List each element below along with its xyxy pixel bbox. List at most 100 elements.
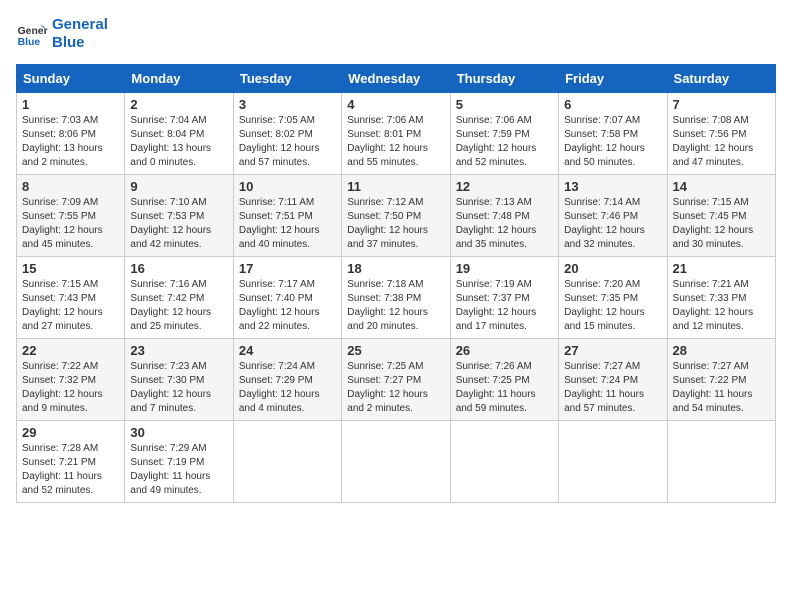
logo-blue: Blue [52,34,108,52]
calendar-cell: 4 Sunrise: 7:06 AM Sunset: 8:01 PM Dayli… [342,93,450,175]
calendar-cell: 3 Sunrise: 7:05 AM Sunset: 8:02 PM Dayli… [233,93,341,175]
calendar-cell: 30 Sunrise: 7:29 AM Sunset: 7:19 PM Dayl… [125,421,233,503]
calendar-cell [667,421,775,503]
day-number: 3 [239,97,336,112]
calendar-cell: 18 Sunrise: 7:18 AM Sunset: 7:38 PM Dayl… [342,257,450,339]
day-info: Sunrise: 7:05 AM Sunset: 8:02 PM Dayligh… [239,114,336,170]
day-info: Sunrise: 7:29 AM Sunset: 7:19 PM Dayligh… [130,442,227,498]
header-wednesday: Wednesday [342,65,450,93]
day-number: 20 [564,261,661,276]
calendar-table: SundayMondayTuesdayWednesdayThursdayFrid… [16,64,776,503]
day-number: 28 [673,343,770,358]
calendar-cell: 26 Sunrise: 7:26 AM Sunset: 7:25 PM Dayl… [450,339,558,421]
day-info: Sunrise: 7:18 AM Sunset: 7:38 PM Dayligh… [347,278,444,334]
calendar-row: 29 Sunrise: 7:28 AM Sunset: 7:21 PM Dayl… [17,421,776,503]
calendar-cell: 15 Sunrise: 7:15 AM Sunset: 7:43 PM Dayl… [17,257,125,339]
calendar-cell: 27 Sunrise: 7:27 AM Sunset: 7:24 PM Dayl… [559,339,667,421]
day-info: Sunrise: 7:24 AM Sunset: 7:29 PM Dayligh… [239,360,336,416]
calendar-cell: 5 Sunrise: 7:06 AM Sunset: 7:59 PM Dayli… [450,93,558,175]
header-monday: Monday [125,65,233,93]
day-number: 1 [22,97,119,112]
logo-general: General [52,16,108,34]
calendar-cell: 20 Sunrise: 7:20 AM Sunset: 7:35 PM Dayl… [559,257,667,339]
calendar-cell: 19 Sunrise: 7:19 AM Sunset: 7:37 PM Dayl… [450,257,558,339]
calendar-cell: 2 Sunrise: 7:04 AM Sunset: 8:04 PM Dayli… [125,93,233,175]
day-info: Sunrise: 7:11 AM Sunset: 7:51 PM Dayligh… [239,196,336,252]
calendar-cell [450,421,558,503]
calendar-cell: 10 Sunrise: 7:11 AM Sunset: 7:51 PM Dayl… [233,175,341,257]
day-info: Sunrise: 7:03 AM Sunset: 8:06 PM Dayligh… [22,114,119,170]
calendar-row: 15 Sunrise: 7:15 AM Sunset: 7:43 PM Dayl… [17,257,776,339]
day-info: Sunrise: 7:15 AM Sunset: 7:43 PM Dayligh… [22,278,119,334]
day-number: 18 [347,261,444,276]
calendar-cell [559,421,667,503]
logo: General Blue General Blue [16,16,108,52]
calendar-cell: 24 Sunrise: 7:24 AM Sunset: 7:29 PM Dayl… [233,339,341,421]
day-info: Sunrise: 7:09 AM Sunset: 7:55 PM Dayligh… [22,196,119,252]
calendar-cell: 17 Sunrise: 7:17 AM Sunset: 7:40 PM Dayl… [233,257,341,339]
calendar-cell: 11 Sunrise: 7:12 AM Sunset: 7:50 PM Dayl… [342,175,450,257]
calendar-row: 22 Sunrise: 7:22 AM Sunset: 7:32 PM Dayl… [17,339,776,421]
header-friday: Friday [559,65,667,93]
calendar-row: 1 Sunrise: 7:03 AM Sunset: 8:06 PM Dayli… [17,93,776,175]
calendar-cell [233,421,341,503]
calendar-header-row: SundayMondayTuesdayWednesdayThursdayFrid… [17,65,776,93]
day-number: 21 [673,261,770,276]
day-number: 25 [347,343,444,358]
day-number: 16 [130,261,227,276]
day-number: 6 [564,97,661,112]
day-number: 22 [22,343,119,358]
calendar-cell: 13 Sunrise: 7:14 AM Sunset: 7:46 PM Dayl… [559,175,667,257]
day-number: 19 [456,261,553,276]
day-info: Sunrise: 7:14 AM Sunset: 7:46 PM Dayligh… [564,196,661,252]
calendar-cell: 28 Sunrise: 7:27 AM Sunset: 7:22 PM Dayl… [667,339,775,421]
calendar-cell: 22 Sunrise: 7:22 AM Sunset: 7:32 PM Dayl… [17,339,125,421]
day-number: 10 [239,179,336,194]
day-info: Sunrise: 7:21 AM Sunset: 7:33 PM Dayligh… [673,278,770,334]
calendar-cell: 7 Sunrise: 7:08 AM Sunset: 7:56 PM Dayli… [667,93,775,175]
day-info: Sunrise: 7:15 AM Sunset: 7:45 PM Dayligh… [673,196,770,252]
calendar-cell: 25 Sunrise: 7:25 AM Sunset: 7:27 PM Dayl… [342,339,450,421]
day-number: 5 [456,97,553,112]
calendar-cell: 29 Sunrise: 7:28 AM Sunset: 7:21 PM Dayl… [17,421,125,503]
day-info: Sunrise: 7:20 AM Sunset: 7:35 PM Dayligh… [564,278,661,334]
day-info: Sunrise: 7:07 AM Sunset: 7:58 PM Dayligh… [564,114,661,170]
day-info: Sunrise: 7:25 AM Sunset: 7:27 PM Dayligh… [347,360,444,416]
day-number: 2 [130,97,227,112]
day-number: 9 [130,179,227,194]
day-number: 26 [456,343,553,358]
calendar-cell: 12 Sunrise: 7:13 AM Sunset: 7:48 PM Dayl… [450,175,558,257]
calendar-cell: 8 Sunrise: 7:09 AM Sunset: 7:55 PM Dayli… [17,175,125,257]
day-number: 23 [130,343,227,358]
day-number: 15 [22,261,119,276]
day-number: 7 [673,97,770,112]
calendar-cell: 16 Sunrise: 7:16 AM Sunset: 7:42 PM Dayl… [125,257,233,339]
day-info: Sunrise: 7:12 AM Sunset: 7:50 PM Dayligh… [347,196,444,252]
day-number: 11 [347,179,444,194]
day-info: Sunrise: 7:27 AM Sunset: 7:24 PM Dayligh… [564,360,661,416]
day-info: Sunrise: 7:16 AM Sunset: 7:42 PM Dayligh… [130,278,227,334]
calendar-cell: 14 Sunrise: 7:15 AM Sunset: 7:45 PM Dayl… [667,175,775,257]
day-number: 27 [564,343,661,358]
page-header: General Blue General Blue [16,16,776,52]
day-number: 30 [130,425,227,440]
day-info: Sunrise: 7:19 AM Sunset: 7:37 PM Dayligh… [456,278,553,334]
day-number: 14 [673,179,770,194]
header-saturday: Saturday [667,65,775,93]
calendar-cell: 9 Sunrise: 7:10 AM Sunset: 7:53 PM Dayli… [125,175,233,257]
header-thursday: Thursday [450,65,558,93]
day-info: Sunrise: 7:06 AM Sunset: 7:59 PM Dayligh… [456,114,553,170]
calendar-cell: 6 Sunrise: 7:07 AM Sunset: 7:58 PM Dayli… [559,93,667,175]
logo-icon: General Blue [16,18,48,50]
day-info: Sunrise: 7:10 AM Sunset: 7:53 PM Dayligh… [130,196,227,252]
day-info: Sunrise: 7:17 AM Sunset: 7:40 PM Dayligh… [239,278,336,334]
day-number: 8 [22,179,119,194]
day-info: Sunrise: 7:08 AM Sunset: 7:56 PM Dayligh… [673,114,770,170]
day-info: Sunrise: 7:26 AM Sunset: 7:25 PM Dayligh… [456,360,553,416]
day-number: 4 [347,97,444,112]
day-number: 17 [239,261,336,276]
day-info: Sunrise: 7:23 AM Sunset: 7:30 PM Dayligh… [130,360,227,416]
header-sunday: Sunday [17,65,125,93]
calendar-cell: 21 Sunrise: 7:21 AM Sunset: 7:33 PM Dayl… [667,257,775,339]
day-info: Sunrise: 7:27 AM Sunset: 7:22 PM Dayligh… [673,360,770,416]
